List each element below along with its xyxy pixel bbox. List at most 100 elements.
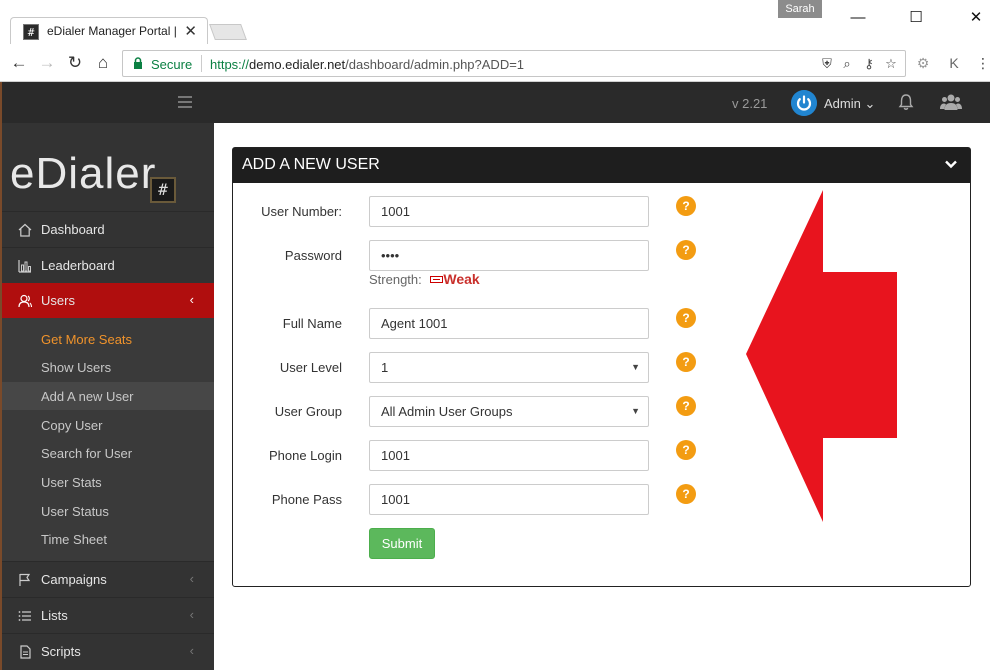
phone-pass-label: Phone Pass xyxy=(271,492,342,507)
user-number-label: User Number: xyxy=(261,204,342,219)
strength-label: Strength: xyxy=(369,272,422,287)
help-icon[interactable]: ? xyxy=(676,484,696,504)
bar-chart-icon xyxy=(18,260,31,273)
help-icon[interactable]: ? xyxy=(676,240,696,260)
tab-title: eDialer Manager Portal | xyxy=(47,24,177,38)
tab-close-icon[interactable]: ✕ xyxy=(184,22,197,40)
submenu-item-label: User Status xyxy=(41,504,109,519)
chevron-left-icon: ‹ xyxy=(189,607,194,622)
sidebar-item-campaigns[interactable]: Campaigns ‹ xyxy=(2,561,214,597)
submenu-item-label: Show Users xyxy=(41,360,112,375)
maximize-icon[interactable]: ☐ xyxy=(906,8,926,28)
shield-icon[interactable]: ⛨ xyxy=(819,56,835,72)
sidebar-item-dashboard[interactable]: Dashboard xyxy=(2,211,214,247)
back-arrow-icon[interactable]: ← xyxy=(9,53,29,73)
user-group-label: User Group xyxy=(274,404,342,419)
submenu-item-label: User Stats xyxy=(41,475,102,490)
red-annotation-arrow xyxy=(746,190,897,522)
submenu-item-label: Time Sheet xyxy=(41,532,107,547)
sidebar-item-users[interactable]: Users ‹ xyxy=(2,283,214,319)
forward-arrow-icon[interactable]: → xyxy=(37,53,57,73)
minimize-icon[interactable]: — xyxy=(848,8,868,28)
help-icon[interactable]: ? xyxy=(676,396,696,416)
user-number-input[interactable] xyxy=(369,196,649,227)
full-name-input[interactable] xyxy=(369,308,649,339)
phone-login-label: Phone Login xyxy=(268,448,342,463)
help-icon[interactable]: ? xyxy=(676,196,696,216)
admin-user-menu[interactable]: Admin ⌄ xyxy=(824,96,875,112)
extension-k-icon[interactable]: K xyxy=(945,54,963,72)
key-icon[interactable]: ⚷ xyxy=(861,56,877,72)
help-icon[interactable]: ? xyxy=(676,352,696,372)
admin-user-label: Admin xyxy=(824,96,861,111)
sidebar-item-label: Leaderboard xyxy=(41,258,115,273)
chrome-menu-icon[interactable]: ⋮ xyxy=(974,54,990,72)
chevron-left-icon: ‹ xyxy=(189,571,194,586)
menu-toggle-icon[interactable] xyxy=(178,96,192,108)
submenu-item-add-user[interactable]: Add A new User xyxy=(2,382,214,410)
users-icon xyxy=(18,294,32,308)
reload-icon[interactable]: ↻ xyxy=(65,53,85,73)
chevron-left-icon: ‹ xyxy=(189,643,194,658)
submenu-item-get-more-seats[interactable]: Get More Seats xyxy=(2,325,214,353)
browser-titlebar: # eDialer Manager Portal | ✕ Sarah — ☐ ✕ xyxy=(0,0,990,45)
user-group-select[interactable]: All Admin User Groups ▼ xyxy=(369,396,649,427)
browser-tab[interactable]: # eDialer Manager Portal | ✕ xyxy=(10,17,208,45)
app-logo[interactable]: eDialer xyxy=(10,149,156,199)
zoom-icon[interactable]: ⌕ xyxy=(839,56,855,72)
user-level-value: 1 xyxy=(381,360,389,375)
submenu-item-copy-user[interactable]: Copy User xyxy=(2,411,214,439)
bell-icon[interactable] xyxy=(897,93,915,111)
sidebar-item-leaderboard[interactable]: Leaderboard xyxy=(2,247,214,283)
submenu-item-time-sheet[interactable]: Time Sheet xyxy=(2,525,214,553)
url-path: /dashboard/admin.php?ADD=1 xyxy=(345,57,525,72)
sidebar-item-label: Campaigns xyxy=(41,572,107,587)
dropdown-arrow-icon: ▼ xyxy=(631,406,640,416)
phone-login-input[interactable] xyxy=(369,440,649,471)
full-name-label: Full Name xyxy=(282,316,342,331)
submit-button[interactable]: Submit xyxy=(369,528,435,559)
chevron-down-icon[interactable] xyxy=(944,157,958,171)
password-label: Password xyxy=(284,248,342,263)
extension-gear-icon[interactable]: ⚙ xyxy=(914,54,932,72)
chevron-left-icon: ‹ xyxy=(189,292,194,307)
strength-value: Weak xyxy=(443,271,480,287)
panel-title: ADD A NEW USER xyxy=(242,156,380,173)
new-tab-button[interactable] xyxy=(209,24,247,40)
home-page-icon[interactable]: ⌂ xyxy=(93,53,113,73)
sidebar-item-lists[interactable]: Lists ‹ xyxy=(2,597,214,633)
list-icon xyxy=(18,611,31,621)
bookmark-star-icon[interactable]: ☆ xyxy=(883,56,899,72)
user-level-select[interactable]: 1 ▼ xyxy=(369,352,649,383)
script-icon xyxy=(20,645,31,659)
sidebar: eDialer # Dashboard Leaderboard Users ‹ … xyxy=(2,123,214,670)
submenu-item-user-status[interactable]: User Status xyxy=(2,497,214,525)
window-close-icon[interactable]: ✕ xyxy=(966,8,986,28)
submenu-item-label: Copy User xyxy=(41,418,103,433)
submenu-item-user-stats[interactable]: User Stats xyxy=(2,468,214,496)
phone-pass-input[interactable] xyxy=(369,484,649,515)
sidebar-item-scripts[interactable]: Scripts ‹ xyxy=(2,633,214,669)
users-submenu: Get More Seats Show Users Add A new User… xyxy=(2,318,214,561)
browser-toolbar: ← → ↻ ⌂ Secure https://demo.edialer.net/… xyxy=(0,44,990,82)
version-label: v 2.21 xyxy=(732,96,768,111)
help-icon[interactable]: ? xyxy=(676,440,696,460)
url-text: https://demo.edialer.net/dashboard/admin… xyxy=(210,57,524,72)
submenu-item-label: Get More Seats xyxy=(41,332,133,347)
app-header: v 2.21 Admin ⌄ xyxy=(2,82,990,123)
submenu-item-show-users[interactable]: Show Users xyxy=(2,353,214,381)
panel-header: ADD A NEW USER xyxy=(233,148,970,183)
address-bar[interactable]: Secure https://demo.edialer.net/dashboar… xyxy=(122,50,906,77)
sidebar-item-label: Scripts xyxy=(41,644,81,659)
profile-name-badge[interactable]: Sarah xyxy=(778,0,822,18)
user-level-label: User Level xyxy=(279,360,342,375)
help-icon[interactable]: ? xyxy=(676,308,696,328)
dropdown-arrow-icon: ▼ xyxy=(631,362,640,372)
submenu-item-search-user[interactable]: Search for User xyxy=(2,439,214,467)
team-icon[interactable] xyxy=(940,92,962,112)
power-icon[interactable] xyxy=(791,90,817,116)
sidebar-item-label: Dashboard xyxy=(41,222,105,237)
password-input[interactable] xyxy=(369,240,649,271)
favicon-icon: # xyxy=(23,24,39,40)
submenu-item-label: Search for User xyxy=(41,446,133,461)
